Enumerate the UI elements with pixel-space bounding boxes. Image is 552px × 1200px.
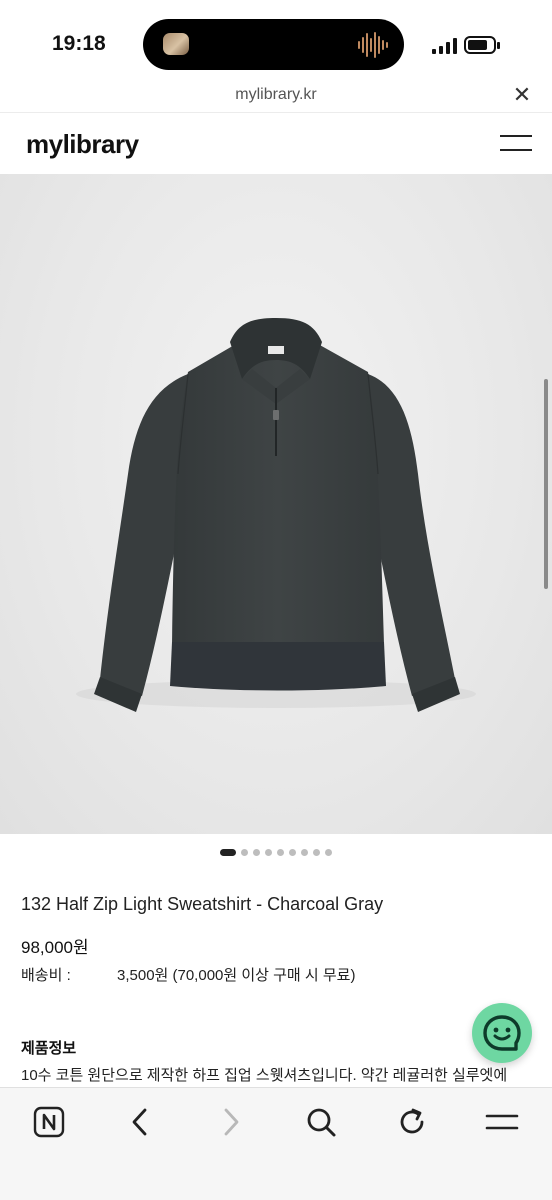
search-icon[interactable]	[303, 1104, 339, 1140]
back-icon[interactable]	[122, 1104, 158, 1140]
site-header: mylibrary	[0, 112, 552, 174]
carousel-dot[interactable]	[301, 848, 308, 856]
close-icon[interactable]: ✕	[512, 84, 532, 106]
now-playing-artwork	[163, 33, 189, 55]
naver-icon[interactable]	[31, 1104, 67, 1140]
cellular-signal-icon	[432, 38, 458, 54]
battery-icon	[464, 36, 500, 54]
url-text[interactable]: mylibrary.kr	[0, 86, 552, 104]
product-price: 98,000원	[21, 938, 89, 957]
product-info-heading: 제품정보	[21, 1040, 77, 1057]
carousel-dot[interactable]	[313, 848, 320, 856]
carousel-dot[interactable]	[241, 848, 248, 856]
chat-smile-icon	[483, 1015, 521, 1051]
status-time: 19:18	[52, 32, 106, 55]
hamburger-menu-icon[interactable]	[500, 133, 532, 153]
chat-button[interactable]	[472, 1003, 532, 1063]
shipping-fee: 3,500원 (70,000원 이상 구매 시 무료)	[117, 967, 356, 984]
dynamic-island[interactable]	[143, 19, 404, 70]
carousel-dot[interactable]	[325, 848, 332, 856]
carousel-dot[interactable]	[220, 848, 236, 856]
product-image[interactable]	[0, 174, 552, 834]
scroll-indicator	[544, 379, 548, 589]
menu-icon[interactable]	[484, 1104, 520, 1140]
site-logo[interactable]: mylibrary	[26, 129, 139, 160]
carousel-dot[interactable]	[265, 848, 272, 856]
reload-icon[interactable]	[394, 1104, 430, 1140]
carousel-dot[interactable]	[289, 848, 296, 856]
forward-icon[interactable]	[213, 1104, 249, 1140]
address-bar[interactable]: mylibrary.kr ✕	[0, 84, 552, 112]
product-title: 132 Half Zip Light Sweatshirt - Charcoal…	[21, 894, 384, 914]
carousel-dot[interactable]	[277, 848, 284, 856]
carousel-dot[interactable]	[253, 848, 260, 856]
sweatshirt-illustration	[76, 318, 476, 712]
browser-toolbar	[0, 1087, 552, 1200]
product-info-description: 10수 코튼 원단으로 제작한 하프 집업 스웻셔츠입니다. 약간 레귤러한 실…	[21, 1067, 508, 1084]
carousel-pagination[interactable]	[0, 845, 552, 859]
audio-wave-icon	[358, 31, 388, 59]
status-bar: 19:18	[0, 0, 552, 84]
shipping-label: 배송비 :	[21, 967, 71, 984]
